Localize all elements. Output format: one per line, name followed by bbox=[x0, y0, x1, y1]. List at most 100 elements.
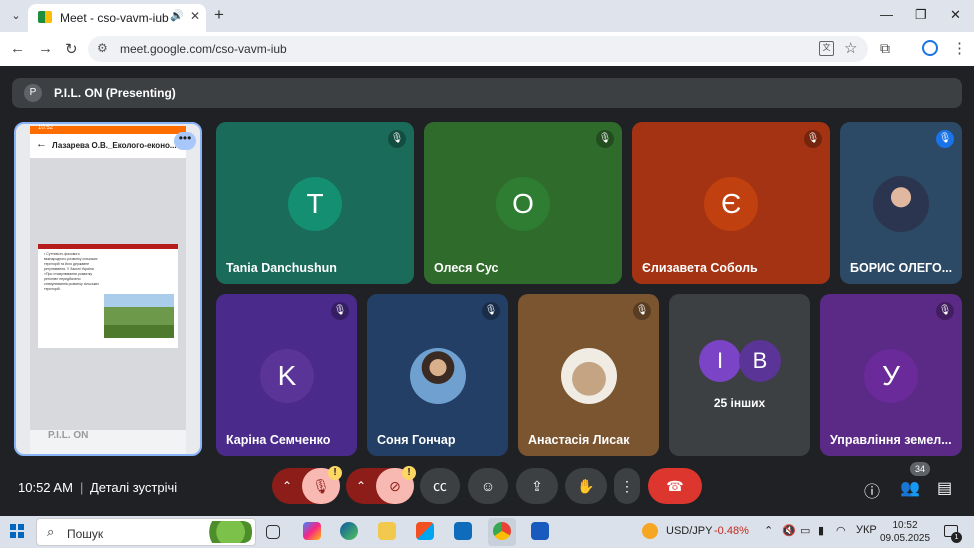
participant-tile[interactable]: 🎙 T Tania Danchushun bbox=[216, 122, 414, 284]
clock-time: 10:52 bbox=[892, 520, 918, 531]
profile-icon[interactable] bbox=[922, 40, 938, 56]
extensions-icon[interactable]: ⧉ bbox=[880, 40, 890, 57]
windows-start-icon[interactable] bbox=[10, 524, 24, 538]
avatar: I bbox=[699, 340, 741, 382]
address-bar[interactable]: ⚙ meet.google.com/cso-vavm-iub 文 ☆ bbox=[88, 36, 868, 62]
meeting-details-link[interactable]: Деталі зустрічі bbox=[90, 480, 177, 495]
meet-stage: P P.I.L. ON (Presenting) 10:52 ← Лазарев… bbox=[0, 66, 974, 516]
search-icon: ⌕ bbox=[47, 524, 55, 539]
ticker-change: -0.48% bbox=[714, 525, 749, 537]
participant-tile[interactable]: 🎙 Є Єлизавета Соболь bbox=[632, 122, 830, 284]
participant-count-badge: 34 bbox=[910, 462, 930, 476]
mic-off-icon: 🎙 bbox=[388, 130, 406, 148]
tab-title: Meet - cso-vavm-iub bbox=[60, 11, 169, 25]
close-window-button[interactable]: ✕ bbox=[950, 7, 961, 23]
input-language[interactable]: УКР bbox=[856, 524, 877, 536]
ticker-name[interactable]: USD/JPY bbox=[666, 525, 712, 537]
reload-icon[interactable]: ↻ bbox=[65, 40, 78, 58]
tray-overflow-chevron-icon[interactable]: ⌃ bbox=[764, 524, 773, 537]
file-explorer-icon[interactable] bbox=[378, 522, 396, 540]
windows-taskbar: ⌕ Пошук USD/JPY -0.48% ⌃ 🔇 ▭ ▮ ◠ УКР 10:… bbox=[0, 516, 974, 548]
raise-hand-button[interactable]: ✋ bbox=[565, 468, 607, 504]
microsoft-store-icon[interactable] bbox=[416, 522, 434, 540]
forward-arrow-icon[interactable]: → bbox=[38, 40, 53, 57]
captions-button[interactable]: ㏄ bbox=[420, 468, 460, 504]
display-icon[interactable]: ▭ bbox=[800, 524, 810, 537]
participant-tile[interactable]: 🎙 K Каріна Семченко bbox=[216, 294, 357, 456]
mic-options-chevron-icon[interactable]: ⌃ bbox=[282, 468, 292, 504]
meet-favicon-icon bbox=[38, 11, 52, 23]
participant-tile[interactable]: 🎙 Соня Гончар bbox=[367, 294, 508, 456]
mic-off-icon: 🎙 bbox=[936, 302, 954, 320]
tile-more-options-button[interactable]: ••• bbox=[174, 132, 196, 150]
bookmark-star-icon[interactable]: ☆ bbox=[844, 39, 857, 57]
edge-icon[interactable] bbox=[340, 522, 358, 540]
search-highlight-lizard-icon bbox=[197, 521, 253, 543]
browser-toolbar: ← → ↻ ⚙ meet.google.com/cso-vavm-iub 文 ☆… bbox=[0, 32, 974, 66]
present-screen-icon: ⇪ bbox=[531, 478, 543, 494]
browser-tab-bar: ⌄ Meet - cso-vavm-iub 🔊 ✕ + — ❐ ✕ bbox=[0, 0, 974, 32]
restore-button[interactable]: ❐ bbox=[915, 7, 927, 23]
participant-tile[interactable]: 🎙 БОРИС ОЛЕГО... bbox=[840, 122, 962, 284]
avatar: B bbox=[739, 340, 781, 382]
mic-off-icon: 🎙 bbox=[482, 302, 500, 320]
word-icon[interactable] bbox=[531, 522, 549, 540]
participant-tile[interactable]: 🎙 Анастасія Лисак bbox=[518, 294, 659, 456]
people-icon[interactable]: 👥 bbox=[900, 478, 920, 498]
leave-call-button[interactable]: ☎ bbox=[648, 468, 702, 504]
taskbar-search-box[interactable]: ⌕ Пошук bbox=[36, 518, 256, 546]
battery-icon[interactable]: ▮ bbox=[818, 524, 824, 537]
phone-hangup-icon: ☎ bbox=[666, 478, 684, 494]
presenter-avatar: P bbox=[24, 84, 42, 102]
speaker-muted-icon[interactable]: 🔇 bbox=[782, 524, 796, 537]
slide-text: • Суттєвість фахового міжнародного розви… bbox=[44, 252, 99, 291]
browser-tab-meet[interactable]: Meet - cso-vavm-iub 🔊 ✕ bbox=[28, 4, 206, 32]
participant-name: Tania Danchushun bbox=[226, 261, 337, 275]
participant-photo bbox=[561, 348, 617, 404]
stock-widget-icon[interactable] bbox=[642, 523, 658, 539]
taskbar-clock[interactable]: 10:52 09.05.2025 bbox=[880, 519, 930, 545]
presenter-watermark: P.I.L. ON bbox=[48, 430, 89, 441]
camera-options-chevron-icon[interactable]: ⌃ bbox=[356, 468, 366, 504]
browser-menu-icon[interactable]: ⋮ bbox=[952, 39, 967, 57]
participant-photo bbox=[410, 348, 466, 404]
participant-name: Соня Гончар bbox=[377, 433, 456, 447]
present-button[interactable]: ⇪ bbox=[516, 468, 558, 504]
doc-back-arrow-icon: ← bbox=[36, 138, 47, 150]
meeting-clock: 10:52 AM bbox=[18, 480, 73, 495]
reactions-button[interactable]: ☺ bbox=[468, 468, 508, 504]
mic-off-icon: 🎙 bbox=[312, 478, 330, 494]
participant-name: Анастасія Лисак bbox=[528, 433, 630, 447]
minimize-button[interactable]: — bbox=[880, 7, 893, 22]
tab-search-chevron-icon[interactable]: ⌄ bbox=[7, 7, 25, 25]
notification-badge: 1 bbox=[951, 532, 962, 543]
site-info-icon[interactable]: ⚙ bbox=[97, 41, 108, 55]
tab-close-icon[interactable]: ✕ bbox=[190, 9, 200, 23]
audio-playing-icon[interactable]: 🔊 bbox=[170, 9, 184, 22]
copilot-icon[interactable] bbox=[303, 522, 321, 540]
new-tab-icon[interactable]: + bbox=[214, 5, 224, 25]
document-slide: • Суттєвість фахового міжнародного розви… bbox=[38, 244, 178, 348]
presenting-banner[interactable]: P P.I.L. ON (Presenting) bbox=[12, 78, 962, 108]
chat-icon[interactable]: ▤ bbox=[937, 478, 952, 498]
task-view-icon[interactable] bbox=[266, 525, 280, 539]
back-arrow-icon[interactable]: ← bbox=[10, 40, 25, 57]
wifi-icon[interactable]: ◠ bbox=[836, 524, 846, 537]
more-vert-icon: ⋮ bbox=[620, 478, 634, 494]
camera-off-icon: ⊘ bbox=[389, 478, 401, 494]
translate-icon[interactable]: 文 bbox=[819, 41, 834, 56]
participant-tile[interactable]: 🎙 У Управління земел... bbox=[820, 294, 962, 456]
url-text[interactable]: meet.google.com/cso-vavm-iub bbox=[120, 42, 287, 56]
mic-off-icon: 🎙 bbox=[936, 130, 954, 148]
presenting-label: P.I.L. ON (Presenting) bbox=[54, 86, 176, 100]
participant-name: Управління земел... bbox=[830, 433, 952, 447]
others-tile[interactable]: I B 25 інших bbox=[669, 294, 810, 456]
meeting-info-icon[interactable]: ⓘ bbox=[864, 478, 880, 502]
participant-tile[interactable]: 🎙 О Олеся Сус bbox=[424, 122, 622, 284]
avatar: О bbox=[496, 177, 550, 231]
outlook-icon[interactable] bbox=[454, 522, 472, 540]
more-options-button[interactable]: ⋮ bbox=[614, 468, 640, 504]
document-header: ← Лазарева О.В._Еколого-еконо... bbox=[30, 134, 186, 158]
avatar: K bbox=[260, 349, 314, 403]
presentation-tile[interactable]: 10:52 ← Лазарева О.В._Еколого-еконо... •… bbox=[14, 122, 202, 456]
